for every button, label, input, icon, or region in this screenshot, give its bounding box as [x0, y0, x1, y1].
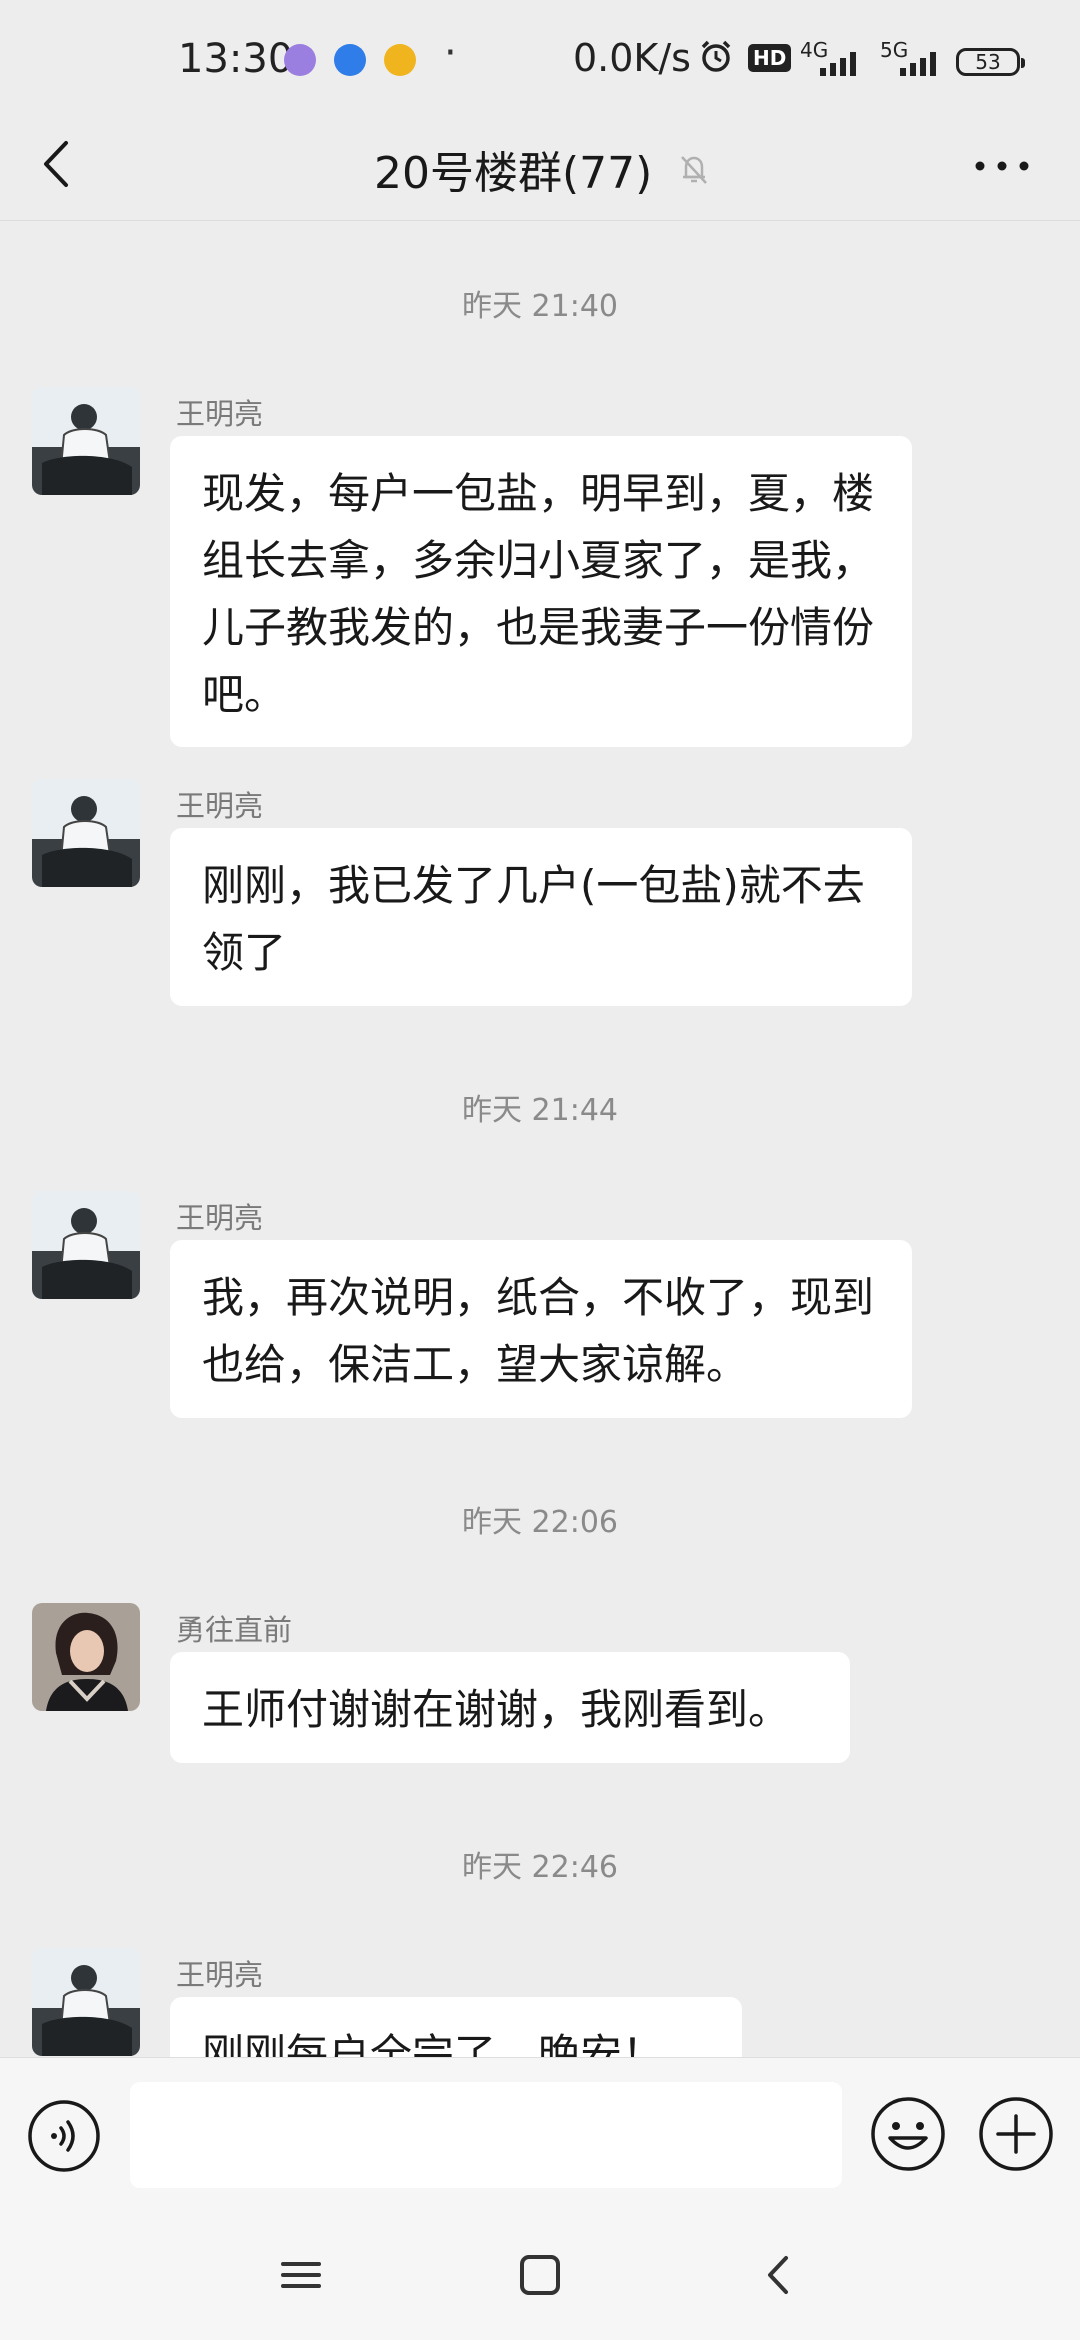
avatar[interactable] [32, 779, 140, 887]
network-speed: 0.0K/s [573, 36, 691, 80]
avatar[interactable] [32, 1948, 140, 2056]
timestamp-separator: 昨天 22:06 [462, 1505, 618, 1540]
battery-icon: 53 [956, 48, 1025, 76]
timestamp-separator: 昨天 22:46 [462, 1850, 618, 1885]
status-time: 13:30 [178, 36, 294, 82]
alarm-icon [701, 40, 731, 72]
chat-title: 20号楼群(77) [374, 148, 653, 199]
message-bubble[interactable]: 刚刚每户全完了，晚安！ [170, 1997, 742, 2057]
more-options-button[interactable] [970, 139, 1034, 193]
emoji-button[interactable] [868, 2094, 948, 2174]
baidu-netdisk-icon [284, 44, 316, 76]
sender-name: 勇往直前 [176, 1613, 293, 1647]
sender-name: 王明亮 [176, 789, 264, 823]
avatar[interactable] [32, 1191, 140, 1299]
hd-badge: HD [748, 44, 792, 72]
back-button[interactable] [28, 129, 98, 199]
message-input[interactable] [130, 2082, 842, 2188]
signal-icon [900, 52, 936, 76]
timestamp-separator: 昨天 21:40 [462, 289, 618, 324]
message-bubble[interactable]: 刚刚，我已发了几户(一包盐)就不去领了 [170, 828, 912, 1006]
message-bubble[interactable]: 王师付谢谢在谢谢，我刚看到。 [170, 1652, 850, 1763]
message-bubble[interactable]: 我，再次说明，纸合，不收了，现到也给，保洁工，望大家谅解。 [170, 1240, 912, 1418]
chat-header: 20号楼群(77) [0, 125, 1080, 221]
signal-icon [820, 52, 856, 76]
message-list[interactable]: 昨天 21:40 王明亮 现发，每户一包盐，明早到，夏，楼组长去拿，多余归小夏家… [0, 221, 1080, 2057]
game-app-icon [384, 44, 416, 76]
sender-name: 王明亮 [176, 397, 264, 431]
title-group: 20号楼群(77) [374, 129, 714, 209]
voice-input-button[interactable] [26, 2098, 102, 2174]
status-bar: 13:30 · 0.0K/s HD 4G 5G 53 [0, 0, 1080, 125]
system-navigation-bar [0, 2212, 1080, 2340]
sender-name: 王明亮 [176, 1201, 264, 1235]
avatar[interactable] [32, 387, 140, 495]
home-icon[interactable] [515, 2250, 565, 2300]
more-notifications-dot: · [444, 30, 457, 76]
timestamp-separator: 昨天 21:44 [462, 1093, 618, 1128]
sender-name: 王明亮 [176, 1958, 264, 1992]
more-actions-button[interactable] [976, 2094, 1056, 2174]
message-bubble[interactable]: 现发，每户一包盐，明早到，夏，楼组长去拿，多余归小夏家了，是我，儿子教我发的，也… [170, 436, 912, 747]
bluetooth-app-icon [334, 44, 366, 76]
mute-bell-icon [681, 156, 708, 184]
back-nav-icon[interactable] [754, 2250, 804, 2300]
menu-icon[interactable] [276, 2250, 326, 2300]
input-bar [0, 2057, 1080, 2213]
avatar[interactable] [32, 1603, 140, 1711]
